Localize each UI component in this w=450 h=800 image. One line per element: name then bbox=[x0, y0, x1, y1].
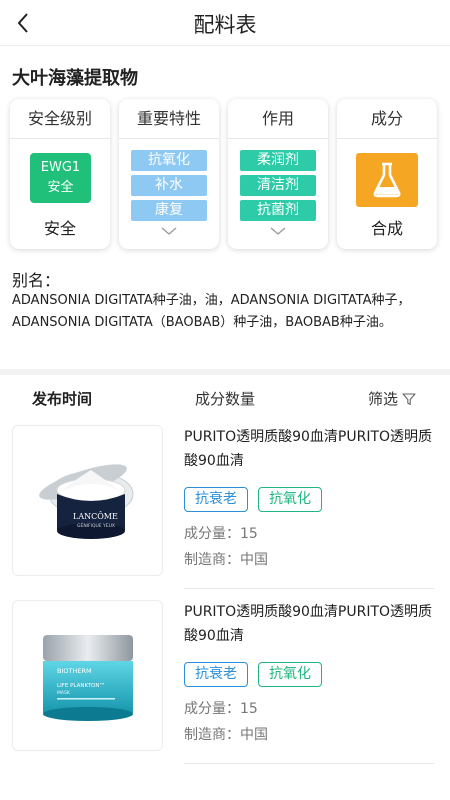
product-ingredient-count: 成分量：15 bbox=[184, 526, 258, 542]
product-divider bbox=[184, 763, 434, 764]
effect-tag: 柔润剂 bbox=[240, 150, 316, 171]
effect-tag: 清洁剂 bbox=[240, 175, 316, 196]
effects-card[interactable]: 作用 柔润剂 清洁剂 抗菌剂 bbox=[228, 99, 328, 249]
alias-label: 别名： bbox=[12, 271, 61, 290]
safety-card-title: 安全级别 bbox=[10, 99, 110, 139]
product-item[interactable]: BIOTHERM LIFE PLANKTON™ MASK PURITO透明质酸9… bbox=[0, 600, 450, 776]
header: 配料表 bbox=[0, 0, 450, 46]
product-tag: 抗衰老 bbox=[184, 487, 248, 512]
product-subline-2: MASK bbox=[57, 690, 71, 696]
section-divider bbox=[0, 369, 450, 375]
effect-tag: 抗菌剂 bbox=[240, 200, 316, 221]
filter-icon bbox=[402, 392, 416, 405]
page-title: 配料表 bbox=[193, 13, 257, 37]
composition-card-title: 成分 bbox=[337, 99, 437, 139]
product-title: PURITO透明质酸90血清PURITO透明质酸90血清 bbox=[184, 429, 433, 469]
trait-tag: 康复 bbox=[131, 200, 207, 221]
product-title: PURITO透明质酸90血清PURITO透明质酸90血清 bbox=[184, 604, 433, 644]
product-divider bbox=[184, 588, 434, 589]
product-tag: 抗衰老 bbox=[184, 662, 248, 687]
product-manufacturer: 制造商：中国 bbox=[184, 552, 268, 568]
product-ingredient-count: 成分量：15 bbox=[184, 701, 258, 717]
trait-tag: 补水 bbox=[131, 175, 207, 196]
filter-label: 筛选 bbox=[368, 390, 399, 408]
product-item[interactable]: LANCÔME GÉNIFIQUE YEUX PURITO透明质酸90血清PUR… bbox=[0, 425, 450, 601]
traits-card-title: 重要特性 bbox=[119, 99, 219, 139]
composition-label: 合成 bbox=[370, 219, 403, 238]
product-manufacturer: 制造商：中国 bbox=[184, 727, 268, 743]
sort-by-count-tab[interactable]: 成分数量 bbox=[195, 388, 255, 409]
trait-tag: 抗氧化 bbox=[131, 150, 207, 171]
sort-by-time-tab[interactable]: 发布时间 bbox=[32, 388, 92, 409]
product-image: LANCÔME GÉNIFIQUE YEUX bbox=[12, 425, 163, 576]
ewg-badge: EWG1 安全 bbox=[30, 153, 91, 203]
product-label-line bbox=[57, 698, 115, 700]
product-image: BIOTHERM LIFE PLANKTON™ MASK bbox=[12, 600, 163, 751]
product-subline: LIFE PLANKTON™ bbox=[57, 682, 105, 689]
filter-button[interactable]: 筛选 bbox=[368, 388, 416, 409]
composition-card: 成分 合成 bbox=[337, 99, 437, 249]
product-tag: 抗氧化 bbox=[258, 662, 322, 687]
product-tag: 抗氧化 bbox=[258, 487, 322, 512]
effects-card-title: 作用 bbox=[228, 99, 328, 139]
chevron-down-icon[interactable] bbox=[270, 227, 286, 236]
safety-card: 安全级别 EWG1 安全 安全 bbox=[10, 99, 110, 249]
alias-text: ADANSONIA DIGITATA种子油，油，ADANSONIA DIGITA… bbox=[12, 293, 411, 330]
safety-label: 安全 bbox=[43, 219, 76, 238]
flask-icon bbox=[356, 153, 418, 207]
ewg-badge-score: EWG1 bbox=[40, 160, 81, 175]
filter-bar: 发布时间 成分数量 筛选 bbox=[0, 376, 450, 420]
ewg-badge-text: 安全 bbox=[47, 180, 74, 195]
traits-card[interactable]: 重要特性 抗氧化 补水 康复 bbox=[119, 99, 219, 249]
product-brand-label: BIOTHERM bbox=[57, 667, 92, 675]
info-cards: 安全级别 EWG1 安全 安全 重要特性 抗氧化 补水 康复 作用 柔润剂 清洁… bbox=[10, 99, 438, 249]
product-brand-label: LANCÔME bbox=[73, 512, 118, 521]
ingredient-name: 大叶海藻提取物 bbox=[12, 68, 138, 89]
chevron-down-icon[interactable] bbox=[161, 227, 177, 236]
